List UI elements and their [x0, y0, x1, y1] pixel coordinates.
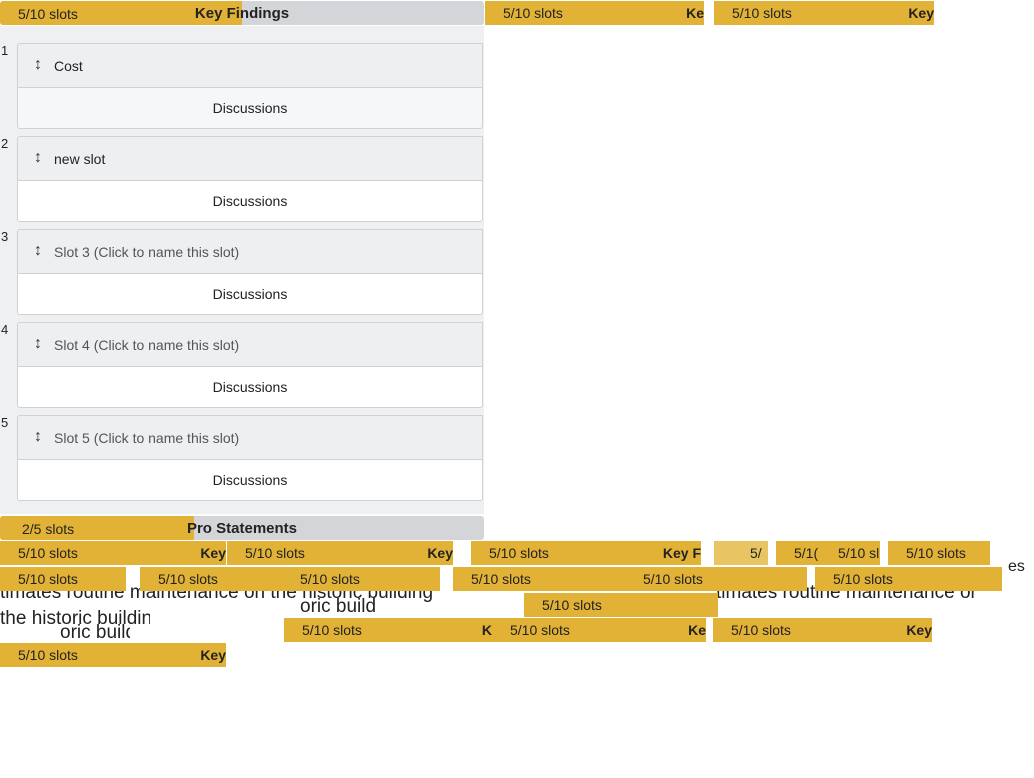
- slot-header[interactable]: ↕ Slot 5 (Click to name this slot): [17, 415, 483, 460]
- slot-number: 3: [1, 229, 9, 244]
- slot-number: 1: [1, 43, 9, 58]
- discussions-link[interactable]: Discussions: [17, 181, 483, 222]
- drag-handle-icon[interactable]: ↕: [34, 335, 42, 353]
- slot-number: 2: [1, 136, 9, 151]
- overlap-text: es: [1008, 558, 1025, 575]
- pro-statements-title: Pro Statements: [186, 520, 298, 537]
- slot-chip[interactable]: 5/10 slots Key: [714, 1, 934, 25]
- discussions-link[interactable]: Discussions: [17, 367, 483, 408]
- slot-chip[interactable]: 5/10 slots: [453, 567, 625, 591]
- slot-chip[interactable]: 5/10 slots: [815, 567, 1002, 591]
- drag-handle-icon[interactable]: ↕: [34, 149, 42, 167]
- slot-chip[interactable]: 5/10 slots Ke: [492, 618, 706, 642]
- slot-chip[interactable]: 5/10 slots: [0, 567, 126, 591]
- slot-name[interactable]: new slot: [54, 151, 105, 167]
- slot-name[interactable]: Cost: [54, 58, 83, 74]
- slot-chip[interactable]: 5/10 slots Key F: [471, 541, 701, 565]
- slot-chip[interactable]: 5/10 sl: [820, 541, 880, 565]
- slot-chip[interactable]: 5/10 slots K: [284, 618, 492, 642]
- key-findings-header[interactable]: 5/10 slots Key Findings: [0, 1, 484, 25]
- slot-name-placeholder[interactable]: Slot 3 (Click to name this slot): [54, 244, 239, 260]
- slot-header[interactable]: ↕ new slot: [17, 136, 483, 181]
- discussions-link[interactable]: Discussions: [17, 88, 483, 129]
- key-findings-title: Key Findings: [194, 5, 290, 22]
- slot-header[interactable]: ↕ Slot 3 (Click to name this slot): [17, 229, 483, 274]
- overlap-text: oric build: [60, 622, 130, 643]
- drag-handle-icon[interactable]: ↕: [34, 428, 42, 446]
- drag-handle-icon[interactable]: ↕: [34, 242, 42, 260]
- slot-chip[interactable]: 5/10 slots Key: [0, 643, 226, 667]
- slot-number: 5: [1, 415, 9, 430]
- slot-header[interactable]: ↕ Cost: [17, 43, 483, 88]
- discussions-link[interactable]: Discussions: [17, 274, 483, 315]
- slot-chip[interactable]: 5/10 slots: [524, 593, 718, 617]
- slot-chip[interactable]: 5/10 slots: [282, 567, 440, 591]
- slot-chip[interactable]: 5/10 slots: [625, 567, 807, 591]
- discussions-link[interactable]: Discussions: [17, 460, 483, 501]
- overlap-text: oric build: [300, 596, 377, 617]
- pro-statements-header[interactable]: 2/5 slots Pro Statements: [0, 516, 484, 540]
- slot-chip[interactable]: 5/10 slots Key: [0, 541, 226, 565]
- slot-name-placeholder[interactable]: Slot 4 (Click to name this slot): [54, 337, 239, 353]
- slot-chip[interactable]: 5/10 slots: [888, 541, 990, 565]
- slot-chip[interactable]: 5/: [714, 541, 768, 565]
- slot-chip[interactable]: 5/10 slots: [140, 567, 282, 591]
- slot-name-placeholder[interactable]: Slot 5 (Click to name this slot): [54, 430, 239, 446]
- slot-chip[interactable]: 5/1(: [776, 541, 820, 565]
- slot-header[interactable]: ↕ Slot 4 (Click to name this slot): [17, 322, 483, 367]
- drag-handle-icon[interactable]: ↕: [34, 56, 42, 74]
- slot-chip[interactable]: 5/10 slots Key: [713, 618, 932, 642]
- slot-number: 4: [1, 322, 9, 337]
- slot-chip[interactable]: 5/10 slots Ke: [485, 1, 704, 25]
- slot-chip[interactable]: 5/10 slots Key: [227, 541, 453, 565]
